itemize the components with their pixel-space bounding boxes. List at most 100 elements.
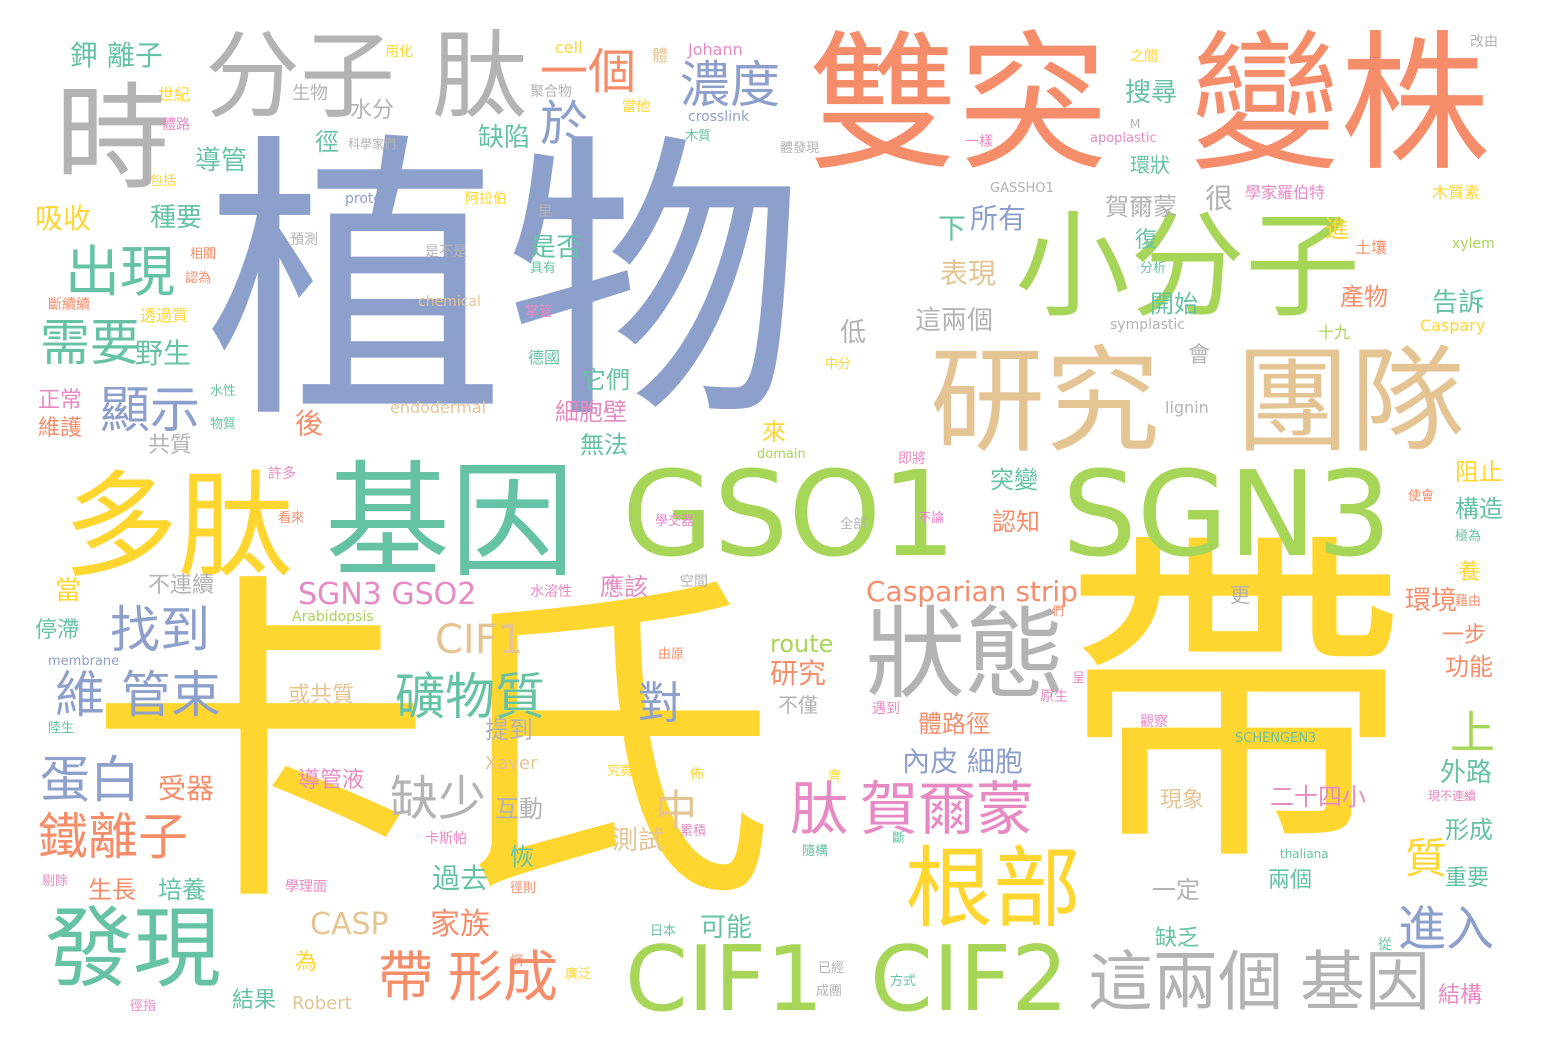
word-tiny-18: 學家羅伯特 bbox=[1245, 183, 1326, 202]
word-tiny-1: 用化 bbox=[385, 44, 413, 60]
word-unable: 無法 bbox=[580, 431, 628, 459]
word-tiny-29: 十九 bbox=[1318, 323, 1351, 342]
word-mention: 提到 bbox=[485, 716, 533, 744]
word-root: 根部 bbox=[905, 837, 1082, 940]
word-type: 種要 bbox=[150, 203, 203, 233]
word-tiny-87: 成團 bbox=[816, 984, 843, 999]
word-robert: Robert bbox=[292, 993, 352, 1014]
word-possible: 可能 bbox=[700, 913, 753, 943]
word-tiny-40: 學理面 bbox=[285, 879, 327, 895]
word-tiny-47: 許多 bbox=[268, 466, 296, 482]
word-sgn3-gso2: SGN3 GSO2 bbox=[298, 577, 477, 612]
word-defect: 缺陷 bbox=[478, 123, 531, 153]
word-tiny-5: 改由 bbox=[1470, 34, 1498, 50]
word-as: 為 bbox=[295, 950, 318, 975]
word-peptide-pink: 肽 bbox=[790, 775, 849, 843]
word-form-teal: 形成 bbox=[1445, 816, 1493, 844]
word-two: 兩個 bbox=[1268, 868, 1313, 893]
word-or-symplast: 或共質 bbox=[288, 683, 355, 708]
word-concentration: 濃度 bbox=[680, 56, 780, 114]
word-tiny-74: 齊 bbox=[828, 769, 842, 784]
word-should: 應該 bbox=[600, 573, 648, 601]
word-quality: 質 bbox=[1405, 834, 1448, 883]
word-double-mutant: 雙突 bbox=[808, 18, 1109, 192]
word-absorb: 吸收 bbox=[35, 202, 92, 235]
word-structure-pink: 結構 bbox=[1438, 983, 1483, 1008]
word-not-only: 不僅 bbox=[778, 693, 818, 717]
word-pipe: 導管 bbox=[195, 146, 248, 176]
word-tell: 告訴 bbox=[1432, 288, 1485, 318]
word-tiny-11: 體發現 bbox=[780, 141, 820, 156]
word-tiny-67: 養 bbox=[1458, 560, 1481, 585]
word-receptor: 受器 bbox=[158, 772, 215, 805]
word-team: 團隊 bbox=[1235, 335, 1466, 469]
word-tiny-26: chemical bbox=[418, 294, 481, 310]
word-grow: 生長 bbox=[88, 876, 136, 904]
word-tiny-83: 廣泛 bbox=[565, 967, 592, 982]
word-environment: 環境 bbox=[1405, 586, 1458, 616]
word-they: 它們 bbox=[582, 366, 630, 394]
word-tiny-8: crosslink bbox=[688, 109, 750, 125]
word-vascular-bundle: 維 管束 bbox=[55, 666, 221, 724]
word-tiny-34: domain bbox=[757, 447, 806, 462]
word-tiny-27: symplastic bbox=[1110, 317, 1185, 333]
word-tiny-68: 呈 bbox=[1072, 671, 1086, 686]
word-formation-orange: 形成 bbox=[448, 945, 559, 1009]
word-tiny-45: 水溶性 bbox=[530, 584, 572, 600]
word-tiny-56: 具有 bbox=[530, 261, 557, 276]
word-structure: 構造 bbox=[1455, 495, 1503, 523]
word-culture: 培養 bbox=[158, 876, 206, 904]
word-tiny-60: 不論 bbox=[918, 511, 945, 526]
word-research: 研究 bbox=[930, 335, 1161, 469]
word-phenomenon: 現象 bbox=[1160, 788, 1205, 813]
word-tiny-55: 透過質 bbox=[140, 306, 189, 325]
word-tiny-49: 物質 bbox=[210, 417, 237, 432]
word-certain: 一定 bbox=[1152, 876, 1200, 904]
word-test: 測試 bbox=[612, 826, 665, 856]
word-past: 過去 bbox=[432, 862, 489, 895]
word-tiny-21: 是不是 bbox=[425, 244, 467, 260]
word-polypeptide: 多肽 bbox=[63, 460, 294, 594]
word-maintain: 維護 bbox=[38, 416, 83, 441]
word-mineral: 礦物質 bbox=[395, 668, 545, 726]
word-start: 開始 bbox=[1150, 290, 1198, 318]
word-tiny-76: 斷 bbox=[892, 831, 906, 846]
word-tiny-82: 日本 bbox=[650, 924, 677, 939]
word-stagnate: 停滯 bbox=[35, 618, 80, 643]
word-low: 低 bbox=[840, 318, 867, 348]
word-route: route bbox=[770, 630, 834, 658]
word-tiny-50: 包括 bbox=[150, 174, 177, 189]
word-these-two-small: 這兩個 bbox=[915, 306, 994, 336]
word-potassium-ion: 鉀 離子 bbox=[70, 39, 163, 72]
word-tiny-84: 從 bbox=[1378, 937, 1392, 953]
word-tiny-25: 分析 bbox=[1140, 261, 1167, 276]
word-tiny-70: 們 bbox=[1052, 604, 1065, 618]
word-find: 找到 bbox=[110, 601, 210, 659]
word-tiny-85: 已經 bbox=[818, 961, 845, 976]
word-lack: 缺少 bbox=[390, 771, 487, 827]
word-to: 對 bbox=[638, 678, 682, 729]
word-need: 需要 bbox=[40, 314, 140, 372]
word-product: 產物 bbox=[1340, 283, 1388, 311]
word-after: 後 bbox=[295, 407, 324, 440]
word-xylem-sap: 導管液 bbox=[298, 768, 365, 793]
word-tiny-79: 現不連續 bbox=[1428, 789, 1477, 803]
word-tiny-28: Caspary bbox=[1420, 316, 1486, 335]
word-tiny-20: 預測 bbox=[290, 232, 318, 248]
word-tiny-16: protein bbox=[345, 191, 395, 207]
word-tiny-57: 掌管 bbox=[525, 304, 553, 320]
word-tiny-73: 佈 bbox=[690, 767, 704, 783]
word-path: 徑 bbox=[315, 128, 339, 156]
word-tiny-90: 體 bbox=[652, 46, 669, 65]
word-when: 當 bbox=[55, 576, 82, 606]
word-very: 很 bbox=[1205, 182, 1234, 215]
word-tiny-77: 隨構 bbox=[802, 844, 829, 859]
word-tiny-35: 即將 bbox=[898, 451, 926, 467]
word-tiny-66: 藉由 bbox=[1455, 594, 1482, 609]
word-tiny-2: cell bbox=[555, 38, 583, 57]
word-discontinuous: 不連續 bbox=[148, 573, 215, 598]
word-tiny-43: 觀察 bbox=[1140, 714, 1168, 730]
word-tiny-24: xylem bbox=[1452, 236, 1495, 252]
word-24-hours: 二十四小 bbox=[1270, 783, 1366, 811]
word-tiny-39: 卡斯帕 bbox=[425, 831, 467, 847]
